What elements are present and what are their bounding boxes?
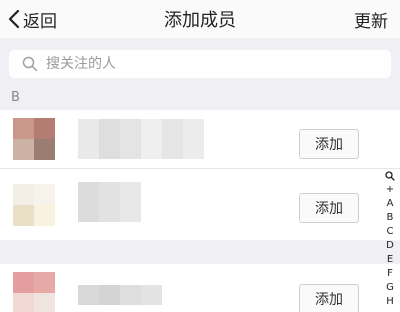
divider [0,168,400,169]
blur-block [141,119,162,139]
add-button[interactable]: 添加 [299,193,359,223]
contact-name-blurred [78,182,141,202]
blur-block [78,202,99,222]
avatar [13,272,55,312]
index-letter-h[interactable]: H [386,295,394,309]
blur-block [78,139,99,159]
search-bar-container [0,38,400,88]
blur-block [99,139,120,159]
blur-block [99,285,120,305]
section-header-f [0,240,400,264]
blur-block [120,285,141,305]
avatar [13,118,55,160]
list-item: 添加 [0,176,380,234]
index-letter-f[interactable]: F [387,267,393,281]
index-letter-a[interactable]: A [387,197,394,211]
index-letter-plus[interactable]: + [386,183,394,197]
section-letter: B [11,90,20,105]
contact-name-blurred [78,202,141,222]
contact-name-blurred [78,119,204,139]
section-header-b: B [0,88,400,110]
blur-block [120,202,141,222]
index-letter-e[interactable]: E [387,253,393,267]
search-icon[interactable] [385,171,395,181]
blur-block [120,182,141,202]
blur-block [99,202,120,222]
blur-block [120,139,141,159]
blur-block [183,139,204,159]
blur-block [78,182,99,202]
add-button[interactable]: 添加 [299,284,359,312]
blur-block [78,285,99,305]
list-item: 添加 [0,264,380,312]
contact-name-blurred [78,285,162,305]
update-button[interactable]: 更新 [354,7,388,32]
index-letter-g[interactable]: G [386,281,394,295]
blur-block [141,139,162,159]
blur-block [120,119,141,139]
blur-block [141,285,162,305]
blur-block [99,182,120,202]
blur-block [183,119,204,139]
blur-block [162,119,183,139]
search-icon [22,56,38,72]
search-box[interactable] [9,50,391,78]
search-input[interactable] [46,56,366,72]
index-letter-c[interactable]: C [387,225,394,239]
navigation-bar: 返回 添加成员 更新 [0,0,400,38]
avatar [13,184,55,226]
alphabet-index-bar[interactable]: + A B C D E F G H [383,171,397,309]
index-letter-b[interactable]: B [387,211,394,225]
blur-block [99,119,120,139]
blur-block [78,119,99,139]
page-title: 添加成员 [164,10,236,31]
list-item: 添加 [0,110,380,168]
index-letter-d[interactable]: D [386,239,394,253]
index-letters: + A B C D E F G H [386,183,394,309]
blur-block [162,139,183,159]
add-button[interactable]: 添加 [299,129,359,159]
contact-name-blurred [78,139,204,159]
